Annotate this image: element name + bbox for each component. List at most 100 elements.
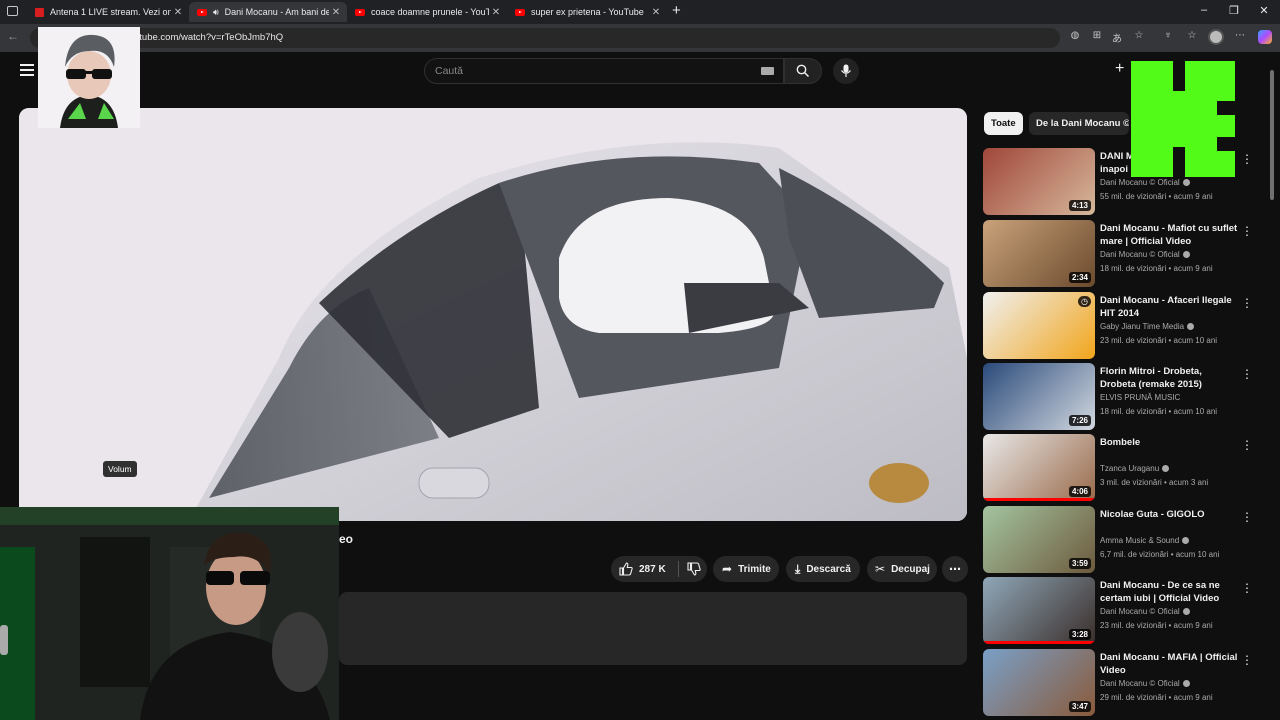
- speaker-icon[interactable]: 🔊︎: [213, 7, 219, 18]
- recommendation-item[interactable]: 4:06 Bombele Tzanca Uraganu 3 mil. de vizio…: [983, 434, 1273, 502]
- translate-icon[interactable]: ◍: [1068, 30, 1082, 41]
- channel-name[interactable]: Dani Mocanu © Oficial: [1100, 250, 1250, 259]
- share-label: Trimite: [738, 563, 771, 575]
- restore-icon[interactable]: ❐: [1226, 4, 1242, 17]
- browser-tab-4[interactable]: super ex prietena - YouTube ✕: [507, 2, 667, 22]
- voice-search-button[interactable]: [833, 58, 859, 84]
- create-icon[interactable]: +: [1115, 60, 1124, 78]
- channel-name[interactable]: Dani Mocanu © Oficial: [1100, 679, 1250, 688]
- recommendation-title[interactable]: Dani Mocanu - MAFIA | Official Video: [1100, 651, 1240, 677]
- recommendation-title[interactable]: Dani Mocanu - Mafiot cu suflet mare | Of…: [1100, 222, 1240, 248]
- recommendation-item[interactable]: 7:26 Florin Mitroi - Drobeta, Drobeta (re…: [983, 363, 1273, 431]
- more-options-icon[interactable]: ⋮: [1241, 653, 1253, 667]
- view-count-age: 18 mil. de vizionări • acum 9 ani: [1100, 264, 1213, 273]
- recommendation-title[interactable]: Nicolae Guta - GIGOLO: [1100, 508, 1240, 521]
- recommendation-item[interactable]: 3:47 Dani Mocanu - MAFIA | Official Video…: [983, 649, 1273, 717]
- download-button[interactable]: ⤓ Descarcă: [786, 556, 860, 582]
- tab-search-icon[interactable]: [7, 6, 18, 16]
- duration-badge: 4:06: [1068, 486, 1091, 497]
- recommendation-title[interactable]: Bombele: [1100, 436, 1240, 449]
- install-app-icon[interactable]: ⊞: [1090, 30, 1104, 41]
- browser-tab-1[interactable]: Antena 1 LIVE stream. Vezi online ✕: [27, 2, 189, 22]
- tab-close-icon[interactable]: ✕: [171, 7, 185, 18]
- search-button[interactable]: [784, 58, 822, 84]
- recommendation-title[interactable]: Dani Mocanu - De ce sa ne certam iubi | …: [1100, 579, 1240, 605]
- like-button[interactable]: 287 K: [611, 556, 707, 582]
- channel-name[interactable]: Gaby Jianu Time Media: [1100, 322, 1250, 331]
- chip-all[interactable]: Toate: [984, 112, 1023, 135]
- favorites-icon[interactable]: ☆: [1185, 30, 1199, 41]
- tab-close-icon[interactable]: ✕: [329, 7, 343, 18]
- minimize-icon[interactable]: –: [1196, 4, 1212, 16]
- browser-tab-2[interactable]: 🔊︎ Dani Mocanu - Am bani de n ✕: [189, 2, 347, 22]
- volume-tooltip: Volum: [103, 461, 137, 477]
- tab-close-icon[interactable]: ✕: [649, 7, 663, 18]
- chip-from-channel[interactable]: De la Dani Mocanu © C: [1029, 112, 1129, 135]
- address-bar[interactable]: utube.com/watch?v=rTeObJmb7hQ: [30, 28, 1060, 48]
- copilot-icon[interactable]: [1258, 30, 1272, 44]
- channel-name[interactable]: Amma Music & Sound: [1100, 536, 1250, 545]
- page-scrollbar[interactable]: [1270, 70, 1274, 200]
- browser-tab-3[interactable]: coace doamne prunele - YouTube ✕: [347, 2, 507, 22]
- channel-name-text: ELVIS PRUNĂ MUSIC: [1100, 393, 1181, 402]
- verified-check-icon: [1182, 680, 1190, 687]
- channel-name[interactable]: Tzanca Uraganu: [1100, 464, 1250, 473]
- channel-name-text: Dani Mocanu © Oficial: [1100, 178, 1180, 187]
- recommendation-item[interactable]: ◷ Dani Mocanu - Afaceri Ilegale HIT 2014 G…: [983, 292, 1273, 360]
- recommendation-item[interactable]: 2:34 Dani Mocanu - Mafiot cu suflet mare …: [983, 220, 1273, 288]
- channel-name-text: Dani Mocanu © Oficial: [1100, 250, 1180, 259]
- close-window-icon[interactable]: ✕: [1256, 4, 1272, 17]
- recommendation-title[interactable]: Florin Mitroi - Drobeta, Drobeta (remake…: [1100, 365, 1240, 391]
- channel-name[interactable]: Dani Mocanu © Oficial: [1100, 178, 1250, 187]
- keyboard-icon[interactable]: [761, 67, 774, 75]
- duration-badge: 3:47: [1068, 701, 1091, 712]
- tab-title: Dani Mocanu - Am bani de n: [224, 7, 329, 17]
- url-text: utube.com/watch?v=rTeObJmb7hQ: [134, 32, 284, 43]
- more-options-icon[interactable]: ⋮: [1241, 438, 1253, 452]
- video-thumbnail[interactable]: 4:06: [983, 434, 1095, 501]
- channel-name[interactable]: Dani Mocanu © Oficial: [1100, 607, 1250, 616]
- favorite-star-icon[interactable]: ☆: [1132, 30, 1146, 41]
- view-count-age: 55 mil. de vizionări • acum 9 ani: [1100, 192, 1213, 201]
- duration-badge: 7:26: [1068, 415, 1091, 426]
- more-actions-button[interactable]: ⋯: [942, 556, 968, 582]
- duration-badge: 3:28: [1068, 629, 1091, 640]
- video-thumbnail[interactable]: 2:34: [983, 220, 1095, 287]
- channel-name[interactable]: ELVIS PRUNĂ MUSIC: [1100, 393, 1250, 402]
- channel-name-text: Amma Music & Sound: [1100, 536, 1180, 545]
- profile-avatar-icon[interactable]: [1208, 29, 1224, 45]
- extension-icon[interactable]: ♆: [1161, 30, 1175, 41]
- recommendation-title[interactable]: Dani Mocanu - Afaceri Ilegale HIT 2014: [1100, 294, 1240, 320]
- cartoon-avatar-image: [38, 27, 140, 128]
- new-tab-icon[interactable]: +: [672, 2, 681, 19]
- video-thumbnail[interactable]: 3:47: [983, 649, 1095, 716]
- browser-menu-icon[interactable]: ⋯: [1233, 30, 1247, 41]
- clip-button[interactable]: ✂ Decupaj: [867, 556, 937, 582]
- menu-icon[interactable]: [20, 64, 34, 76]
- watch-later-icon[interactable]: ◷: [1078, 296, 1091, 307]
- more-options-icon[interactable]: ⋮: [1241, 581, 1253, 595]
- recommendation-item[interactable]: 3:59 Nicolae Guta - GIGOLO Amma Music & So…: [983, 506, 1273, 574]
- more-options-icon[interactable]: ⋮: [1241, 367, 1253, 381]
- verified-check-icon: [1162, 465, 1170, 472]
- share-button[interactable]: ➦ Trimite: [713, 556, 779, 582]
- view-count-age: 18 mil. de vizionări • acum 10 ani: [1100, 407, 1218, 416]
- more-options-icon[interactable]: ⋮: [1241, 296, 1253, 310]
- back-icon[interactable]: ←: [7, 29, 19, 43]
- more-options-icon[interactable]: ⋮: [1241, 224, 1253, 238]
- description-box[interactable]: [339, 592, 967, 665]
- more-options-icon[interactable]: ⋮: [1241, 510, 1253, 524]
- thumbs-down-icon[interactable]: [687, 562, 701, 576]
- kick-logo-icon: [1131, 61, 1235, 177]
- read-aloud-icon[interactable]: あ: [1110, 30, 1124, 45]
- video-thumbnail[interactable]: 3:28: [983, 577, 1095, 644]
- video-thumbnail[interactable]: 4:13: [983, 148, 1095, 215]
- video-player[interactable]: [19, 108, 967, 521]
- tab-close-icon[interactable]: ✕: [489, 7, 503, 18]
- recommendation-item[interactable]: 3:28 Dani Mocanu - De ce sa ne certam iub…: [983, 577, 1273, 645]
- search-input[interactable]: Caută: [424, 58, 784, 84]
- video-thumbnail[interactable]: 7:26: [983, 363, 1095, 430]
- more-options-icon[interactable]: ⋮: [1241, 152, 1253, 166]
- video-thumbnail[interactable]: ◷: [983, 292, 1095, 359]
- video-thumbnail[interactable]: 3:59: [983, 506, 1095, 573]
